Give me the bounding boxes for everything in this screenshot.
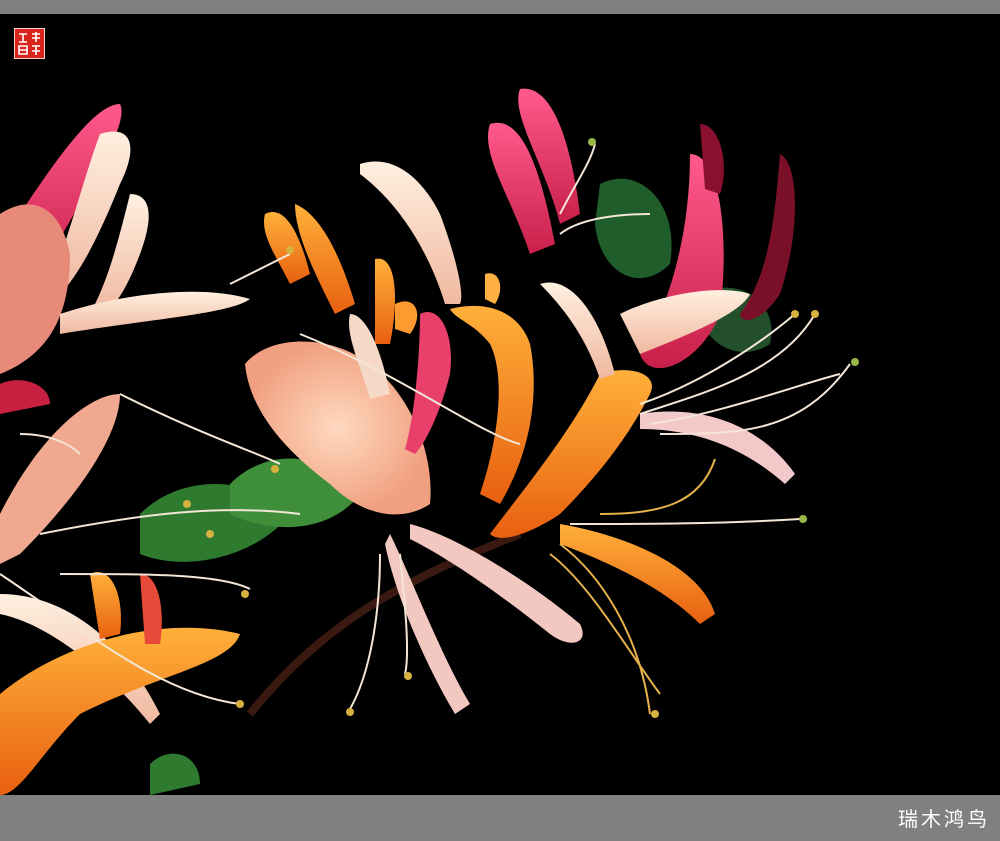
bottom-frame-border: 瑞木鸿鸟: [0, 795, 1000, 841]
photographer-signature: 瑞木鸿鸟: [898, 807, 990, 831]
honeysuckle-flower-cluster-icon: [0, 88, 859, 795]
top-frame-border: [0, 0, 1000, 14]
flower-photograph: [0, 14, 1000, 795]
left-flowers: [0, 104, 250, 795]
red-seal-stamp: [14, 28, 45, 59]
seal-glyph-icon: [18, 32, 40, 55]
